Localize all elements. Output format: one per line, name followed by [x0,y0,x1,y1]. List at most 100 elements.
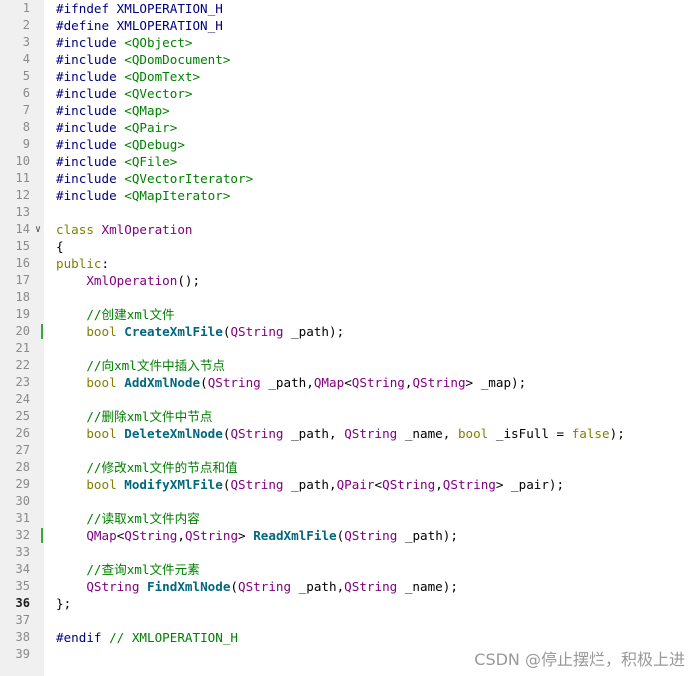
code-line[interactable]: 11 #include <QVectorIterator> [0,170,699,187]
token: XmlOperation [101,222,193,237]
code-line[interactable]: 8 #include <QPair> [0,119,699,136]
code-text: #ifndef XMLOPERATION_H [56,0,223,17]
code-line[interactable]: 24 [0,391,699,408]
code-text: //向xml文件中插入节点 [56,357,225,374]
token: <QMapIterator> [124,188,231,203]
code-line[interactable]: 38 #endif // XMLOPERATION_H [0,629,699,646]
line-number: 14 [15,222,30,236]
code-line[interactable]: 29 bool ModifyXMlFile(QString _path,QPai… [0,476,699,493]
token: //查询xml文件元素 [86,562,200,577]
line-number: 8 [22,120,30,134]
code-line[interactable]: 27 [0,442,699,459]
code-text: QString FindXmlNode(QString _path,QStrin… [56,578,458,595]
code-line[interactable]: 13 [0,204,699,221]
token: #include [56,103,125,118]
code-line[interactable]: 31 //读取xml文件内容 [0,510,699,527]
code-line[interactable]: 21 [0,340,699,357]
token: QString [412,375,466,390]
line-number: 15 [15,239,30,253]
token: , [177,528,185,543]
line-number: 21 [15,341,30,355]
code-line[interactable]: 35 QString FindXmlNode(QString _path,QSt… [0,578,699,595]
token: QString [238,579,292,594]
token: class [56,222,102,237]
code-line[interactable]: 16 public: [0,255,699,272]
code-line[interactable]: 7 #include <QMap> [0,102,699,119]
token: QString [184,528,239,543]
token: #include [56,52,125,67]
token: //创建xml文件 [86,307,175,322]
token: QString [344,528,398,543]
token: // XMLOPERATION_H [109,630,238,645]
token: bool [457,426,489,441]
code-line[interactable]: 17 XmlOperation(); [0,272,699,289]
line-number: 38 [15,630,30,644]
code-editor[interactable]: 1 #ifndef XMLOPERATION_H 2 #define XMLOPERA… [0,0,699,676]
code-line[interactable]: 9 #include <QDebug> [0,136,699,153]
code-text: #include <QPair> [56,119,177,136]
line-number: 5 [22,69,30,83]
code-line[interactable]: 6 #include <QVector> [0,85,699,102]
token: AddXmlNode [124,375,201,390]
code-text: #endif // XMLOPERATION_H [56,629,238,646]
code-line[interactable]: 33 [0,544,699,561]
line-number: 32 [15,528,30,542]
token: _path); [397,528,458,543]
code-line[interactable]: 30 [0,493,699,510]
token: <QObject> [124,35,193,50]
code-line[interactable]: 14 ∨ class XmlOperation [0,221,699,238]
code-line[interactable]: 28 //修改xml文件的节点和值 [0,459,699,476]
code-line[interactable]: 34 //查询xml文件元素 [0,561,699,578]
code-text: bool DeleteXmlNode(QString _path, QStrin… [56,425,625,442]
code-line[interactable]: 25 //删除xml文件中节点 [0,408,699,425]
token: _path, [291,579,345,594]
line-number: 2 [22,18,30,32]
code-line[interactable]: 12 #include <QMapIterator> [0,187,699,204]
token: _path, [283,426,345,441]
code-line[interactable]: 3 #include <QObject> [0,34,699,51]
line-number: 22 [15,358,30,372]
token: #include [56,171,125,186]
token: ( [230,579,239,594]
token: _name, [397,426,458,441]
token: : [101,256,110,271]
code-line[interactable]: 26 bool DeleteXmlNode(QString _path, QSt… [0,425,699,442]
token: QString [207,375,261,390]
code-line[interactable]: 4 #include <QDomDocument> [0,51,699,68]
token: (); [177,273,201,288]
token: <QMap> [124,103,170,118]
line-number: 37 [15,613,30,627]
code-text: #include <QDebug> [56,136,185,153]
code-text: #include <QDomDocument> [56,51,230,68]
change-marker [41,324,43,339]
code-line[interactable]: 15 { [0,238,699,255]
code-line[interactable]: 18 [0,289,699,306]
token: QMap [313,375,345,390]
code-text: //查询xml文件元素 [56,561,200,578]
token: <QDebug> [124,137,185,152]
code-line[interactable]: 19 //创建xml文件 [0,306,699,323]
line-number: 4 [22,52,30,66]
code-line[interactable]: 1 #ifndef XMLOPERATION_H [0,0,699,17]
code-line[interactable]: 32 QMap<QString,QString> ReadXmlFile(QSt… [0,527,699,544]
line-number: 20 [15,324,30,338]
token: #include [56,154,125,169]
watermark: CSDN @停止摆烂，积极上进 [474,650,685,669]
code-line[interactable]: 2 #define XMLOPERATION_H [0,17,699,34]
code-line[interactable]: 37 [0,612,699,629]
code-line[interactable]: 23 bool AddXmlNode(QString _path,QMap<QS… [0,374,699,391]
token: ); [609,426,625,441]
code-line[interactable]: 5 #include <QDomText> [0,68,699,85]
code-text: #include <QVectorIterator> [56,170,253,187]
token: QString [230,477,284,492]
code-line[interactable]: 36}; [0,595,699,612]
token: }; [56,596,72,611]
token: QString [86,579,140,594]
code-line[interactable]: 20 bool CreateXmlFile(QString _path); [0,323,699,340]
code-line[interactable]: 22 //向xml文件中插入节点 [0,357,699,374]
code-line[interactable]: 10 #include <QFile> [0,153,699,170]
fold-chevron-icon[interactable]: ∨ [35,221,41,238]
